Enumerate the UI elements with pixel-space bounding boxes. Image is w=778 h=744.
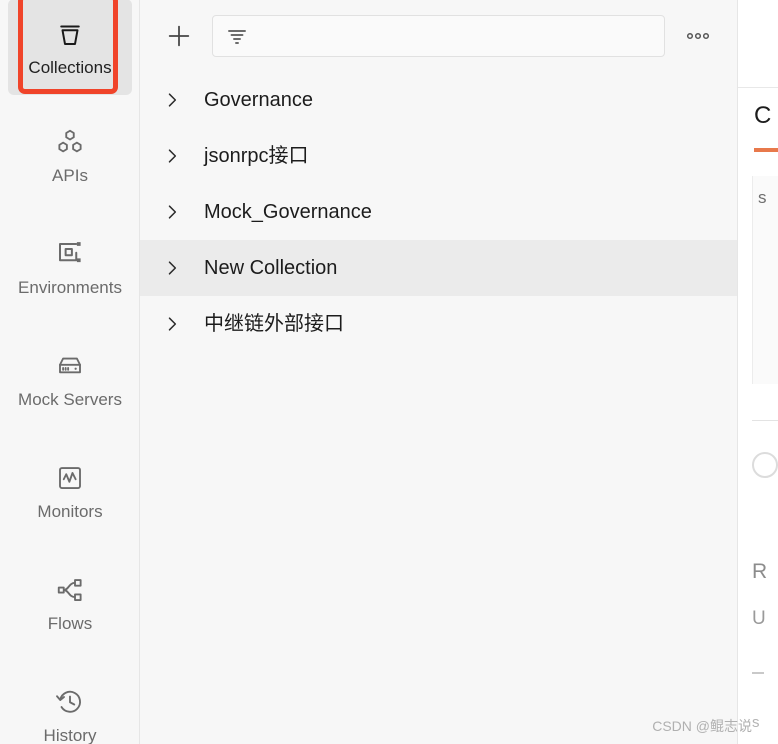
collection-name: Governance	[204, 89, 313, 111]
sidebar-label-collections: Collections	[28, 57, 112, 77]
chevron-right-icon[interactable]	[162, 146, 182, 166]
collection-name: Mock_Governance	[204, 201, 372, 223]
detail-text-line-3: s	[752, 714, 760, 731]
sidebar-item-apis[interactable]: APIs	[8, 107, 132, 203]
collections-more-options-button[interactable]	[675, 19, 721, 53]
collection-row-mock-governance[interactable]: Mock_Governance	[140, 184, 737, 240]
detail-sub-panel-label: s	[758, 188, 767, 207]
mock-servers-icon	[55, 351, 85, 381]
sidebar-label-environments: Environments	[18, 277, 122, 297]
collection-name: New Collection	[204, 257, 338, 279]
chevron-right-icon[interactable]	[162, 314, 182, 334]
sidebar-item-collections[interactable]: Collections	[8, 0, 132, 95]
monitors-icon	[55, 463, 85, 493]
detail-dash	[752, 672, 764, 674]
collection-row-relay-chain-external[interactable]: 中继链外部接口	[140, 296, 737, 352]
chevron-right-icon[interactable]	[162, 90, 182, 110]
sidebar-label-mock-servers: Mock Servers	[18, 389, 122, 409]
request-detail-pane: C s R U s	[737, 0, 778, 744]
sidebar-label-monitors: Monitors	[37, 501, 103, 521]
detail-text-line-1: R	[752, 560, 768, 583]
sidebar-item-monitors[interactable]: Monitors	[8, 443, 132, 539]
filter-sort-icon	[225, 24, 249, 48]
detail-circle-icon	[752, 452, 778, 478]
sidebar-item-mock-servers[interactable]: Mock Servers	[8, 331, 132, 427]
sidebar-item-flows[interactable]: Flows	[8, 555, 132, 651]
environments-icon	[55, 239, 85, 269]
sidebar-item-environments[interactable]: Environments	[8, 219, 132, 315]
history-icon	[55, 687, 85, 717]
flows-icon	[55, 575, 85, 605]
collection-name: jsonrpc接口	[204, 145, 309, 167]
collection-name: 中继链外部接口	[204, 313, 344, 335]
detail-text-line-2: U	[752, 608, 766, 629]
sidebar-label-apis: APIs	[52, 165, 88, 185]
chevron-right-icon[interactable]	[162, 202, 182, 222]
filter-input[interactable]	[259, 16, 652, 56]
collections-panel: Governance jsonrpc接口 Mock_Governance New…	[140, 0, 737, 744]
collection-row-new-collection[interactable]: New Collection	[140, 240, 737, 296]
apis-icon	[55, 127, 85, 157]
sidebar-item-history[interactable]: History	[8, 667, 132, 744]
left-icon-rail: Collections APIs Environments Mock Serve…	[0, 0, 140, 744]
sidebar-label-flows: Flows	[47, 613, 93, 633]
plus-icon	[165, 22, 193, 50]
detail-divider	[752, 420, 778, 421]
sidebar-label-history: History	[43, 725, 97, 744]
collections-toolbar	[140, 0, 737, 72]
detail-pane-header-strip	[738, 0, 778, 88]
detail-active-tab-label[interactable]: C	[754, 104, 771, 128]
collection-row-jsonrpc[interactable]: jsonrpc接口	[140, 128, 737, 184]
collection-list: Governance jsonrpc接口 Mock_Governance New…	[140, 72, 737, 352]
postman-window: Collections APIs Environments Mock Serve…	[0, 0, 778, 744]
more-horizontal-icon	[685, 30, 711, 42]
detail-active-tab-underline	[754, 148, 778, 152]
chevron-right-icon[interactable]	[162, 258, 182, 278]
new-collection-button[interactable]	[162, 19, 196, 53]
collection-row-governance[interactable]: Governance	[140, 72, 737, 128]
collections-icon	[55, 19, 85, 49]
filter-search-box[interactable]	[212, 15, 665, 57]
